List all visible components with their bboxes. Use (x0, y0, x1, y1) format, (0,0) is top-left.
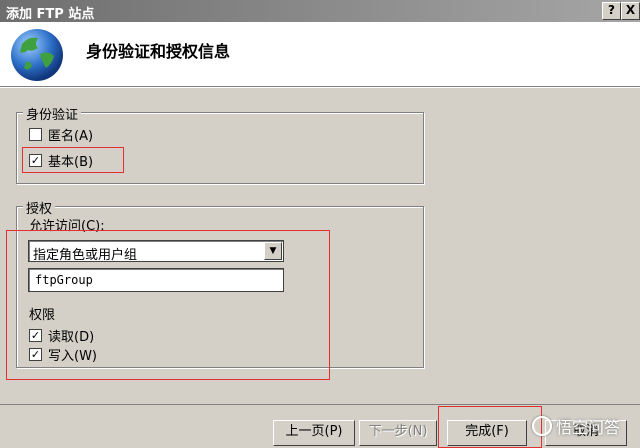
anonymous-label: 匿名(A) (48, 129, 94, 144)
basic-highlight (22, 147, 124, 173)
authentication-legend: 身份验证 (23, 104, 82, 123)
authorization-highlight (6, 230, 330, 380)
watermark: 悟空问答 (532, 414, 620, 438)
footer-divider (0, 404, 640, 405)
title-bar: 添加 FTP 站点 ? X (0, 0, 640, 22)
page-title: 身份验证和授权信息 (86, 42, 231, 61)
help-button[interactable]: ? (602, 2, 621, 20)
finish-highlight (438, 406, 542, 448)
anonymous-checkbox-box[interactable] (29, 128, 42, 141)
header-divider (0, 87, 640, 88)
wizard-header: 身份验证和授权信息 (0, 22, 640, 87)
watermark-text: 悟空问答 (556, 418, 621, 437)
window-title: 添加 FTP 站点 (6, 7, 95, 22)
globe-icon (11, 29, 63, 81)
close-button[interactable]: X (621, 2, 640, 20)
prev-button[interactable]: 上一页(P) (273, 420, 355, 446)
anonymous-checkbox[interactable]: 匿名(A) (29, 125, 93, 144)
watermark-icon (532, 416, 552, 436)
next-button[interactable]: 下一步(N) (359, 420, 437, 446)
